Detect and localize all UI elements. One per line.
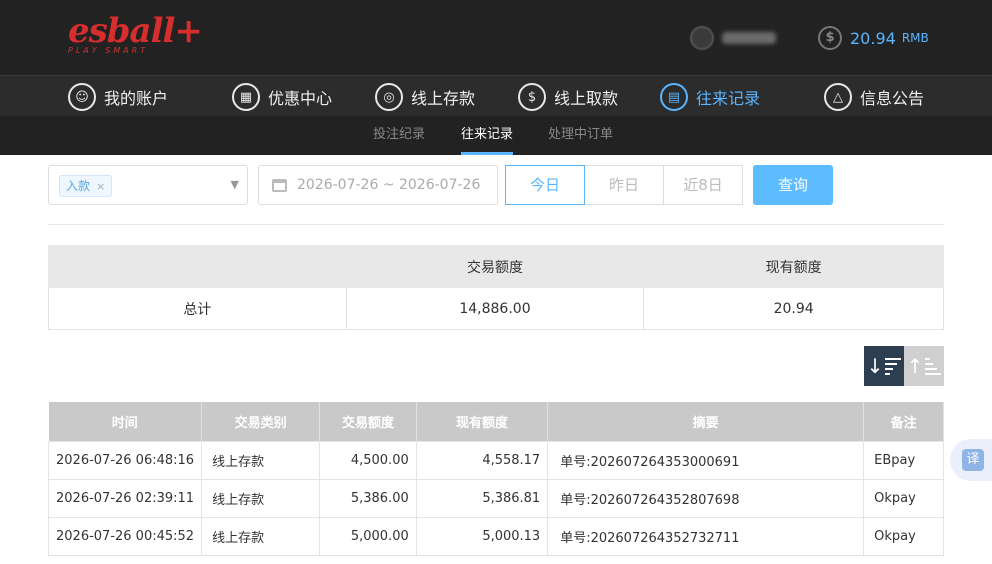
withdraw-icon: $ [518, 83, 546, 111]
date-range-text: 2026-07-26 ~ 2026-07-26 [297, 177, 481, 193]
nav-my-account[interactable]: ☺ 我的账户 [68, 82, 168, 112]
dollar-coin-icon: $ [818, 26, 842, 50]
nav-withdraw[interactable]: $ 线上取款 [518, 82, 618, 112]
esball-logo[interactable]: esball+ PLAY SMART [68, 11, 203, 55]
logo-plus: + [174, 11, 202, 51]
cell-type: 线上存款 [201, 478, 321, 518]
table-row: 2026-07-26 00:45:52 线上存款 5,000.00 5,000.… [47, 516, 944, 556]
summary-current-balance: 20.94 [643, 287, 944, 330]
bell-icon: △ [824, 83, 852, 111]
cell-balance: 5,000.13 [415, 516, 549, 556]
cell-summary: 单号:202607264353000691 [547, 440, 865, 480]
nav-label: 往来记录 [696, 89, 761, 108]
translate-button[interactable]: 译 [950, 439, 992, 481]
records-table: 时间 交易类别 交易额度 现有额度 摘要 备注 2026-07-26 06:48… [47, 402, 944, 556]
currency-unit: RMB [901, 31, 929, 45]
top-header: esball+ PLAY SMART $ 20.94 RMB [0, 0, 992, 75]
user-icon: ☺ [68, 83, 96, 111]
col-type[interactable]: 交易类别 [201, 402, 321, 441]
query-button[interactable]: 查询 [753, 165, 833, 205]
balance-amount: 20.94 [850, 28, 896, 48]
col-time[interactable]: 时间 [48, 402, 203, 441]
tab-pending-orders[interactable]: 处理中订单 [548, 116, 613, 155]
sub-nav: 投注纪录 往来记录 处理中订单 [0, 116, 992, 155]
col-amount[interactable]: 交易额度 [319, 402, 417, 441]
translate-icon: 译 [962, 449, 984, 471]
nav-label: 信息公告 [860, 89, 925, 108]
summary-transaction-amount: 14,886.00 [345, 287, 645, 330]
cell-time: 2026-07-26 06:48:16 [47, 440, 203, 480]
summary-header: 现有额度 [643, 245, 944, 288]
main-nav: ☺ 我的账户 ▦ 优惠中心 ◎ 线上存款 $ 线上取款 ▤ 往来记录 △ 信息公… [0, 75, 992, 116]
calendar-icon [272, 179, 287, 192]
nav-records[interactable]: ▤ 往来记录 [660, 82, 760, 112]
table-row: 2026-07-26 06:48:16 线上存款 4,500.00 4,558.… [47, 440, 944, 480]
nav-promotions[interactable]: ▦ 优惠中心 [232, 82, 332, 112]
arrow-down-icon: ↓ [866, 354, 884, 378]
cell-balance: 4,558.17 [415, 440, 549, 480]
username [722, 32, 776, 44]
cell-summary: 单号:202607264352807698 [547, 478, 865, 518]
range-yesterday-button[interactable]: 昨日 [584, 165, 664, 205]
nav-label: 优惠中心 [268, 89, 333, 108]
table-row: 2026-07-26 02:39:11 线上存款 5,386.00 5,386.… [47, 478, 944, 518]
cell-time: 2026-07-26 02:39:11 [47, 478, 203, 518]
cell-remark: EBpay [863, 440, 944, 480]
tab-transaction-records[interactable]: 往来记录 [461, 116, 514, 155]
deposit-icon: ◎ [375, 83, 403, 111]
nav-label: 线上存款 [411, 89, 476, 108]
cell-remark: Okpay [863, 516, 944, 556]
col-balance[interactable]: 现有额度 [416, 402, 549, 441]
records-header-row: 时间 交易类别 交易额度 现有额度 摘要 备注 [48, 402, 944, 441]
cell-amount: 4,500.00 [319, 440, 417, 480]
nav-label: 我的账户 [104, 89, 169, 108]
type-tag: 入款 × [59, 175, 113, 197]
avatar[interactable] [690, 26, 714, 50]
col-remark[interactable]: 备注 [863, 402, 944, 441]
type-select[interactable]: 入款 × ▼ [48, 165, 248, 205]
type-tag-label: 入款 [66, 179, 91, 193]
arrow-up-icon: ↑ [906, 354, 924, 378]
cell-type: 线上存款 [201, 516, 321, 556]
range-today-button[interactable]: 今日 [505, 165, 585, 205]
cell-type: 线上存款 [201, 440, 321, 480]
summary-table: 交易额度 现有额度 总计 14,886.00 20.94 [48, 245, 944, 330]
date-range-picker[interactable]: 2026-07-26 ~ 2026-07-26 [258, 165, 498, 205]
nav-deposit[interactable]: ◎ 线上存款 [375, 82, 475, 112]
range-8days-button[interactable]: 近8日 [663, 165, 743, 205]
chevron-down-icon[interactable]: ▼ [231, 178, 239, 191]
nav-announcements[interactable]: △ 信息公告 [824, 82, 924, 112]
summary-header [48, 245, 347, 288]
cell-amount: 5,000.00 [319, 516, 417, 556]
cell-balance: 5,386.81 [415, 478, 549, 518]
divider [48, 224, 944, 225]
user-info[interactable] [690, 26, 776, 50]
nav-label: 线上取款 [554, 89, 619, 108]
cell-amount: 5,386.00 [319, 478, 417, 518]
col-summary[interactable]: 摘要 [547, 402, 865, 441]
close-icon[interactable]: × [96, 180, 105, 193]
summary-total-label: 总计 [48, 287, 347, 330]
balance-display: $ 20.94 RMB [818, 26, 929, 50]
tab-bet-records[interactable]: 投注纪录 [373, 116, 425, 155]
sort-asc-button[interactable]: ↑ [904, 346, 944, 386]
cell-remark: Okpay [863, 478, 944, 518]
sort-desc-button[interactable]: ↓ [864, 346, 904, 386]
cell-summary: 单号:202607264352732711 [547, 516, 865, 556]
records-icon: ▤ [660, 83, 688, 111]
gift-icon: ▦ [232, 83, 260, 111]
logo-text: esball [68, 11, 175, 51]
sort-bars-icon [885, 357, 902, 375]
summary-header: 交易额度 [345, 245, 645, 288]
cell-time: 2026-07-26 00:45:52 [47, 516, 203, 556]
sort-bars-icon [925, 357, 942, 375]
